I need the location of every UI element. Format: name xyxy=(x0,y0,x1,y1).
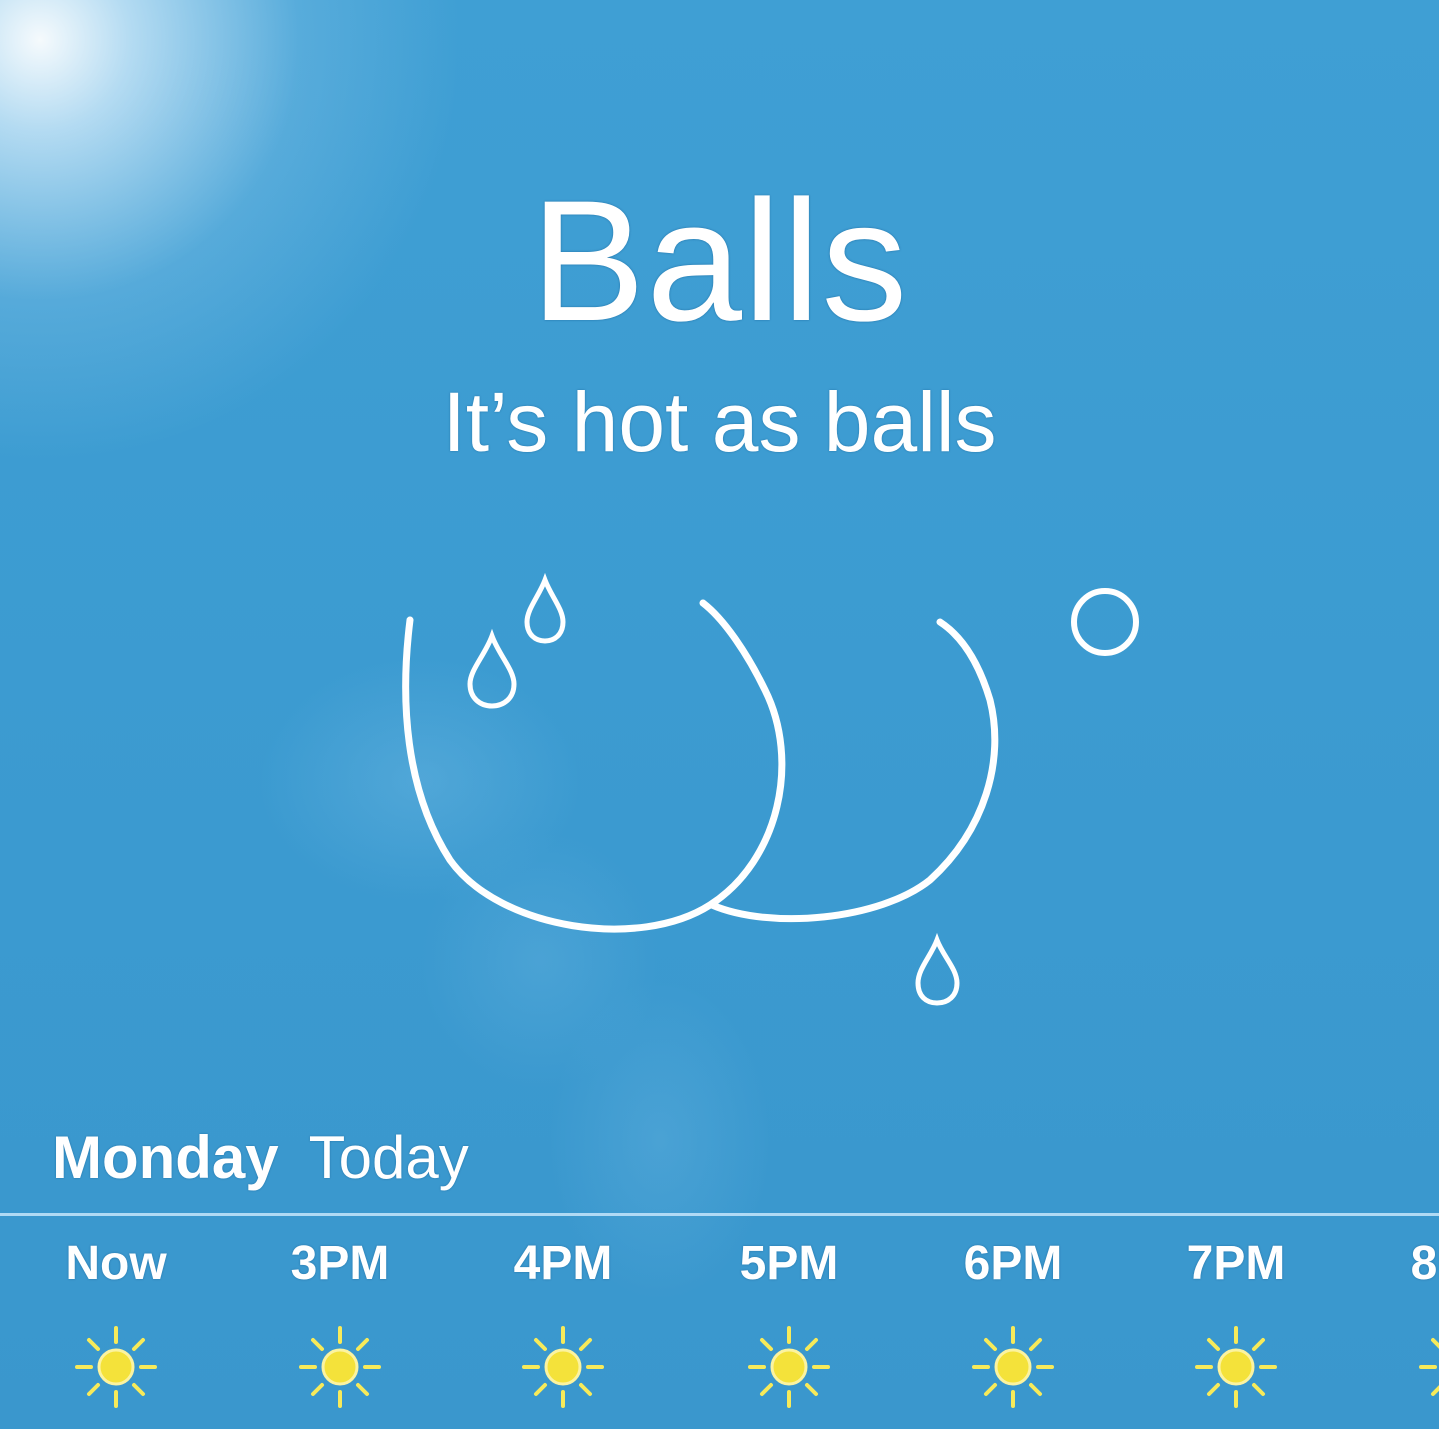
city-name: Balls xyxy=(530,165,909,357)
day-header: Monday Today xyxy=(52,1128,469,1188)
hourly-item-now: Now xyxy=(46,1240,186,1412)
butt-with-sweat-drops-icon xyxy=(402,572,999,1006)
hour-time: 6PM xyxy=(963,1240,1063,1290)
hour-time: 3PM xyxy=(290,1240,390,1290)
sun-icon xyxy=(75,1326,157,1408)
sweat-drop-icon xyxy=(915,932,960,1006)
divider xyxy=(0,1213,1439,1216)
hourly-item-4pm: 4PM xyxy=(493,1240,633,1412)
sun-icon xyxy=(1195,1326,1277,1408)
hourly-item-3pm: 3PM xyxy=(270,1240,410,1412)
sun-icon xyxy=(1419,1326,1439,1408)
hour-time: 5PM xyxy=(739,1240,839,1290)
temperature-display xyxy=(402,572,1139,1006)
hour-time: 7PM xyxy=(1186,1240,1286,1290)
hourly-item-5pm: 5PM xyxy=(719,1240,859,1412)
left-cheek-curve xyxy=(402,599,786,933)
sweat-drop-icon xyxy=(467,628,517,709)
sun-icon xyxy=(299,1326,381,1408)
day-name: Monday xyxy=(52,1124,279,1191)
hour-time: Now xyxy=(65,1240,167,1290)
degree-icon xyxy=(1071,588,1139,656)
hourly-forecast[interactable]: Now 3PM 4PM 5PM 6PM 7PM 8PM xyxy=(0,1240,1439,1429)
hourly-item-6pm: 6PM xyxy=(943,1240,1083,1412)
hour-time: 4PM xyxy=(513,1240,613,1290)
sun-icon xyxy=(522,1326,604,1408)
hour-time: 8PM xyxy=(1410,1240,1439,1290)
hourly-item-7pm: 7PM xyxy=(1166,1240,1306,1412)
hourly-item-8pm: 8PM xyxy=(1390,1240,1439,1412)
day-label: Today xyxy=(308,1124,469,1191)
sweat-drop-icon xyxy=(524,572,566,644)
weather-condition: It’s hot as balls xyxy=(442,375,997,469)
sun-icon xyxy=(972,1326,1054,1408)
sun-icon xyxy=(748,1326,830,1408)
